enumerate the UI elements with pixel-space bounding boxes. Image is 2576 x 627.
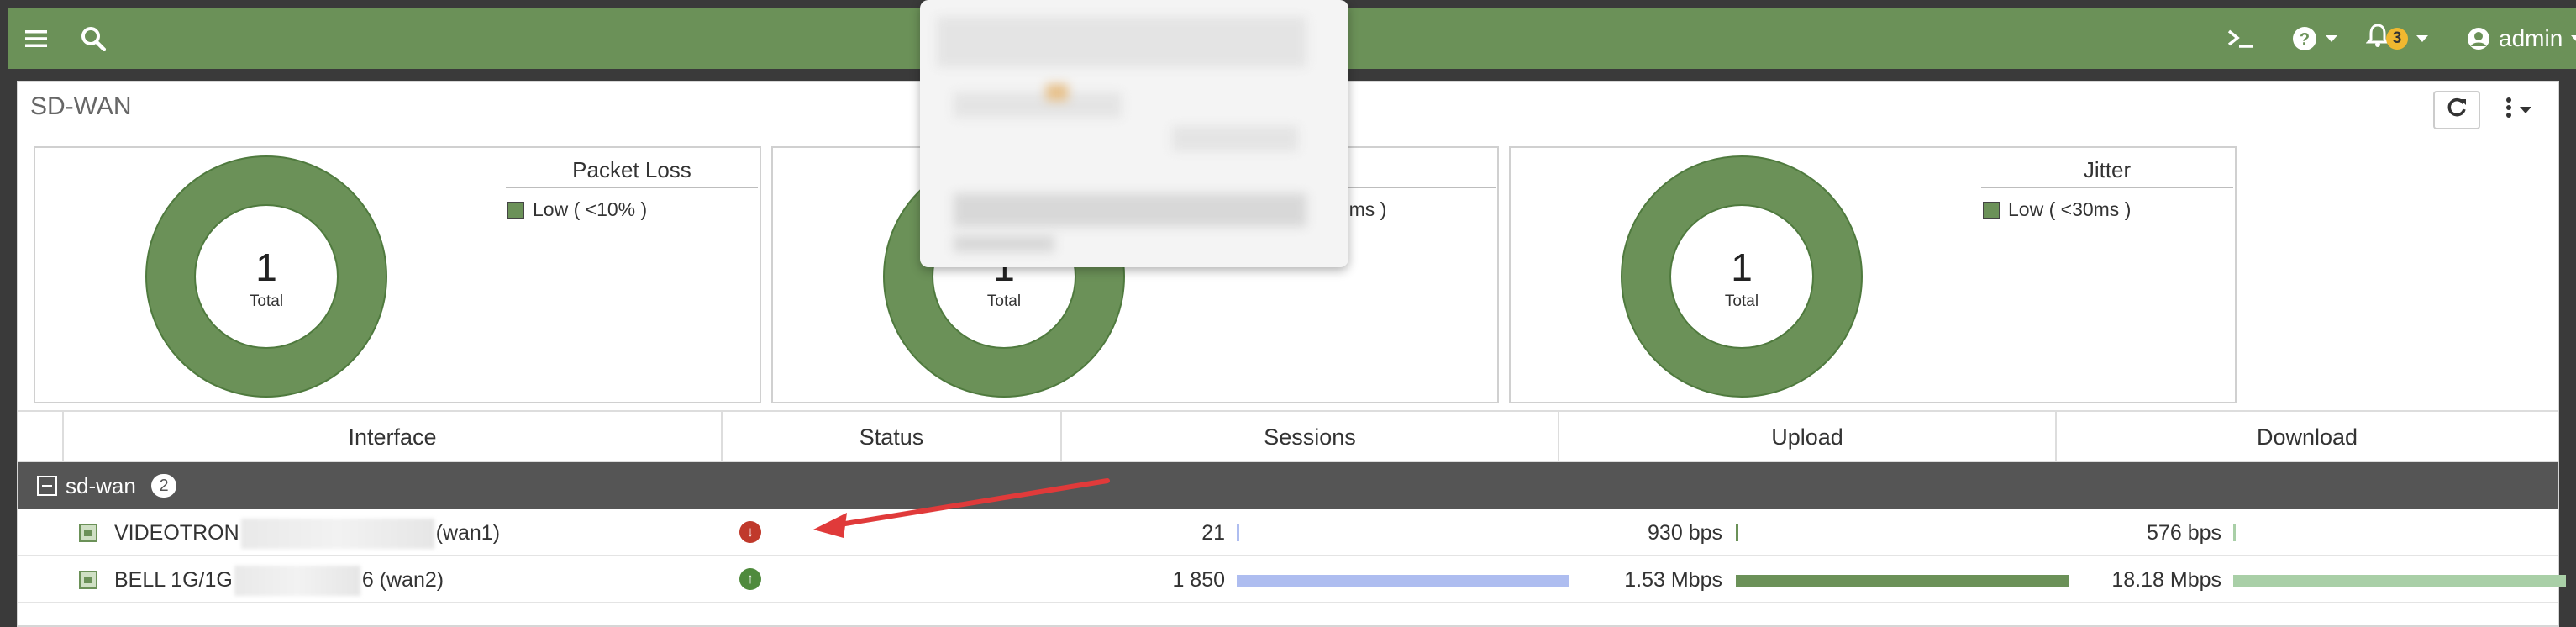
sessions-value: 1 850 — [1172, 568, 1225, 592]
group-count-badge: 2 — [151, 474, 176, 498]
legend-swatch — [507, 201, 524, 219]
user-icon — [2467, 27, 2490, 50]
search-icon[interactable] — [81, 8, 106, 69]
column-header-sessions[interactable]: Sessions — [1060, 412, 1558, 462]
help-icon[interactable]: ? — [2292, 8, 2337, 69]
jitter-card: 1 Total Jitter Low ( <30ms ) — [1509, 146, 2237, 403]
redacted-region — [240, 519, 434, 550]
upload-value: 930 bps — [1648, 521, 1722, 545]
packet-loss-total-label: Total — [250, 292, 283, 310]
packet-loss-card: 1 Total Packet Loss Low ( <10% ) — [34, 146, 761, 403]
interface-alias: 6 (wan2) — [361, 568, 444, 592]
refresh-icon — [2446, 97, 2468, 124]
status-up-icon: ↑ — [739, 568, 761, 590]
sessions-value: 21 — [1201, 521, 1225, 545]
packet-loss-legend-item[interactable]: Low ( <10% ) — [507, 198, 647, 221]
download-value: 576 bps — [2147, 521, 2221, 545]
widget-title: SD-WAN — [30, 92, 132, 120]
interface-cell: BELL 1G/1G 6 (wan2) — [114, 556, 444, 603]
download-bar — [2233, 575, 2566, 587]
column-header-upload[interactable]: Upload — [1558, 412, 2055, 462]
latency-total-label: Total — [987, 292, 1021, 310]
upload-value: 1.53 Mbps — [1624, 568, 1722, 592]
widget-menu-button[interactable] — [2494, 91, 2542, 129]
refresh-button[interactable] — [2433, 91, 2480, 129]
packet-loss-legend-title: Packet Loss — [506, 155, 758, 188]
jitter-total-label: Total — [1725, 292, 1759, 310]
column-header-status[interactable]: Status — [721, 412, 1060, 462]
jitter-total-value: 1 — [1731, 245, 1753, 289]
app-window: ? 3 admin SD-WAN 1 Total Packet Loss Low… — [0, 0, 2576, 627]
terminal-icon[interactable] — [2226, 8, 2255, 69]
collapse-icon[interactable] — [37, 476, 57, 496]
hamburger-icon[interactable] — [25, 8, 47, 69]
jitter-legend-title: Jitter — [1981, 155, 2233, 188]
table-row[interactable]: BELL 1G/1G 6 (wan2) ↑ 1 850 1.53 Mbps 18.… — [18, 556, 2566, 603]
jitter-legend-item[interactable]: Low ( <30ms ) — [1983, 198, 2131, 221]
group-row-sd-wan[interactable]: sd-wan 2 — [18, 462, 2558, 509]
interface-name: BELL 1G/1G — [114, 568, 233, 592]
interface-cell: VIDEOTRON (wan1) — [114, 509, 500, 556]
notifications-count-badge: 3 — [2386, 28, 2408, 50]
sessions-bar — [1237, 524, 1239, 541]
download-bar — [2233, 524, 2236, 541]
interface-port-icon — [79, 571, 97, 589]
interface-table: Interface Status Sessions Upload Downloa… — [18, 410, 2566, 603]
redacted-region — [234, 566, 360, 597]
legend-swatch — [1983, 201, 2000, 219]
table-row[interactable]: VIDEOTRON (wan1) ↓ 21 930 bps 576 bps — [18, 509, 2558, 556]
notifications-button[interactable]: 3 — [2365, 8, 2428, 69]
packet-loss-donut: 1 Total — [145, 155, 387, 398]
download-value: 18.18 Mbps — [2111, 568, 2221, 592]
packet-loss-total-value: 1 — [255, 245, 277, 289]
upload-bar — [1736, 524, 1738, 541]
user-menu[interactable]: admin — [2467, 8, 2576, 69]
blurred-popup-overlay — [920, 0, 1348, 267]
svg-text:?: ? — [2300, 30, 2310, 49]
user-name: admin — [2499, 25, 2563, 51]
column-header-interface[interactable]: Interface — [62, 412, 721, 462]
interface-alias: (wan1) — [435, 521, 501, 545]
interface-port-icon — [79, 524, 97, 542]
table-header: Interface Status Sessions Upload Downloa… — [18, 410, 2558, 462]
kebab-menu-icon — [2505, 97, 2513, 124]
jitter-legend-label: Low ( <30ms ) — [2008, 198, 2132, 220]
interface-name: VIDEOTRON — [114, 521, 239, 545]
sessions-bar — [1237, 575, 1569, 587]
upload-bar — [1736, 575, 2069, 587]
group-name: sd-wan — [66, 473, 136, 498]
column-header-download[interactable]: Download — [2055, 412, 2558, 462]
jitter-donut: 1 Total — [1621, 155, 1863, 398]
status-down-icon: ↓ — [739, 521, 761, 543]
packet-loss-legend-label: Low ( <10% ) — [533, 198, 648, 220]
